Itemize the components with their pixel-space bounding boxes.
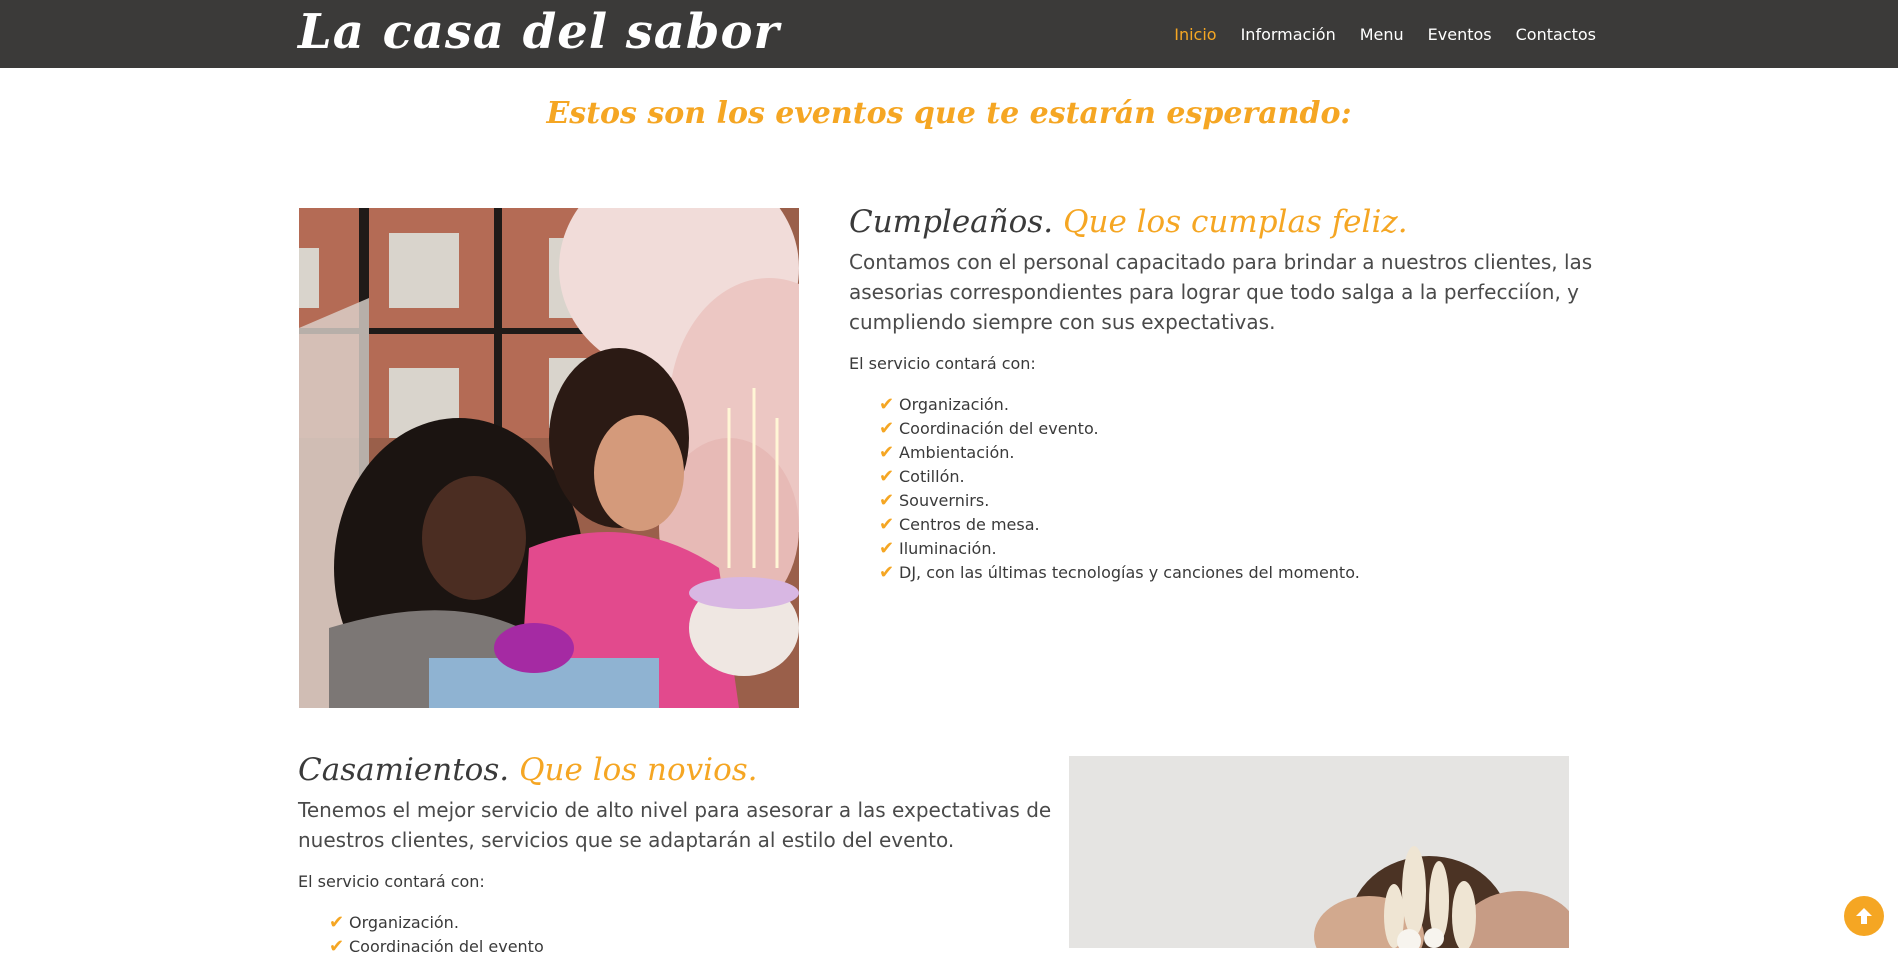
nav-link-informacion[interactable]: Información [1241,25,1336,44]
checkmark-icon: ✔ [879,418,895,439]
arrow-up-icon [1856,908,1872,924]
back-to-top-button[interactable] [1844,896,1884,936]
list-item: ✔ Souvernirs. [879,489,1360,513]
list-item: ✔ Coordinación del evento. [879,417,1360,441]
feature-label: Iluminación. [899,539,997,558]
feature-label: DJ, con las últimas tecnologías y cancio… [899,563,1360,582]
birthday-service-intro: El servicio contará con: [849,354,1036,373]
feature-label: Organización. [899,395,1009,414]
list-item: ✔ Centros de mesa. [879,513,1360,537]
birthday-heading: Cumpleaños. Que los cumplas feliz. [849,202,1408,242]
feature-label: Souvernirs. [899,491,990,510]
wedding-feature-list: ✔ Organización. ✔ Coordinación del evento [329,911,544,959]
top-navbar: La casa del sabor Inicio Información Men… [0,0,1898,68]
brand-logo[interactable]: La casa del sabor [298,2,780,62]
checkmark-icon: ✔ [879,514,895,535]
birthday-feature-list: ✔ Organización. ✔ Coordinación del evento.… [879,393,1360,585]
wedding-heading-main: Casamientos. [298,752,510,788]
feature-label: Coordinación del evento. [899,419,1099,438]
nav-link-contactos[interactable]: Contactos [1516,25,1596,44]
wedding-description: Tenemos el mejor servicio de alto nivel … [298,798,1052,852]
feature-label: Ambientación. [899,443,1015,462]
list-item: ✔ Organización. [329,911,544,935]
list-item: ✔ DJ, con las últimas tecnologías y canci… [879,561,1360,585]
list-item: ✔ Organización. [879,393,1360,417]
feature-label: Centros de mesa. [899,515,1040,534]
feature-label: Organización. [349,913,459,932]
checkmark-icon: ✔ [329,936,345,957]
wedding-heading: Casamientos. Que los novios. [298,750,758,790]
wedding-service-intro: El servicio contará con: [298,872,485,891]
checkmark-icon: ✔ [879,394,895,415]
events-section-title: Estos son los eventos que te estarán esp… [546,96,1352,131]
feature-label: Coordinación del evento [349,937,544,956]
wedding-photo [1069,756,1569,948]
list-item: ✔ Iluminación. [879,537,1360,561]
checkmark-icon: ✔ [879,538,895,559]
checkmark-icon: ✔ [879,562,895,583]
checkmark-icon: ✔ [879,442,895,463]
nav-link-menu[interactable]: Menu [1360,25,1404,44]
feature-label: Cotillón. [899,467,965,486]
checkmark-icon: ✔ [879,466,895,487]
list-item: ✔ Coordinación del evento [329,935,544,959]
nav-link-inicio[interactable]: Inicio [1174,25,1216,44]
nav-link-eventos[interactable]: Eventos [1428,25,1492,44]
checkmark-icon: ✔ [329,912,345,933]
birthday-heading-accent: Que los cumplas feliz. [1063,204,1408,240]
birthday-description: Contamos con el personal capacitado para… [849,250,1593,334]
list-item: ✔ Cotillón. [879,465,1360,489]
wedding-heading-accent: Que los novios. [519,752,758,788]
list-item: ✔ Ambientación. [879,441,1360,465]
birthday-photo [299,208,799,708]
main-nav: Inicio Información Menu Eventos Contacto… [1174,0,1596,68]
birthday-heading-main: Cumpleaños. [849,204,1054,240]
checkmark-icon: ✔ [879,490,895,511]
